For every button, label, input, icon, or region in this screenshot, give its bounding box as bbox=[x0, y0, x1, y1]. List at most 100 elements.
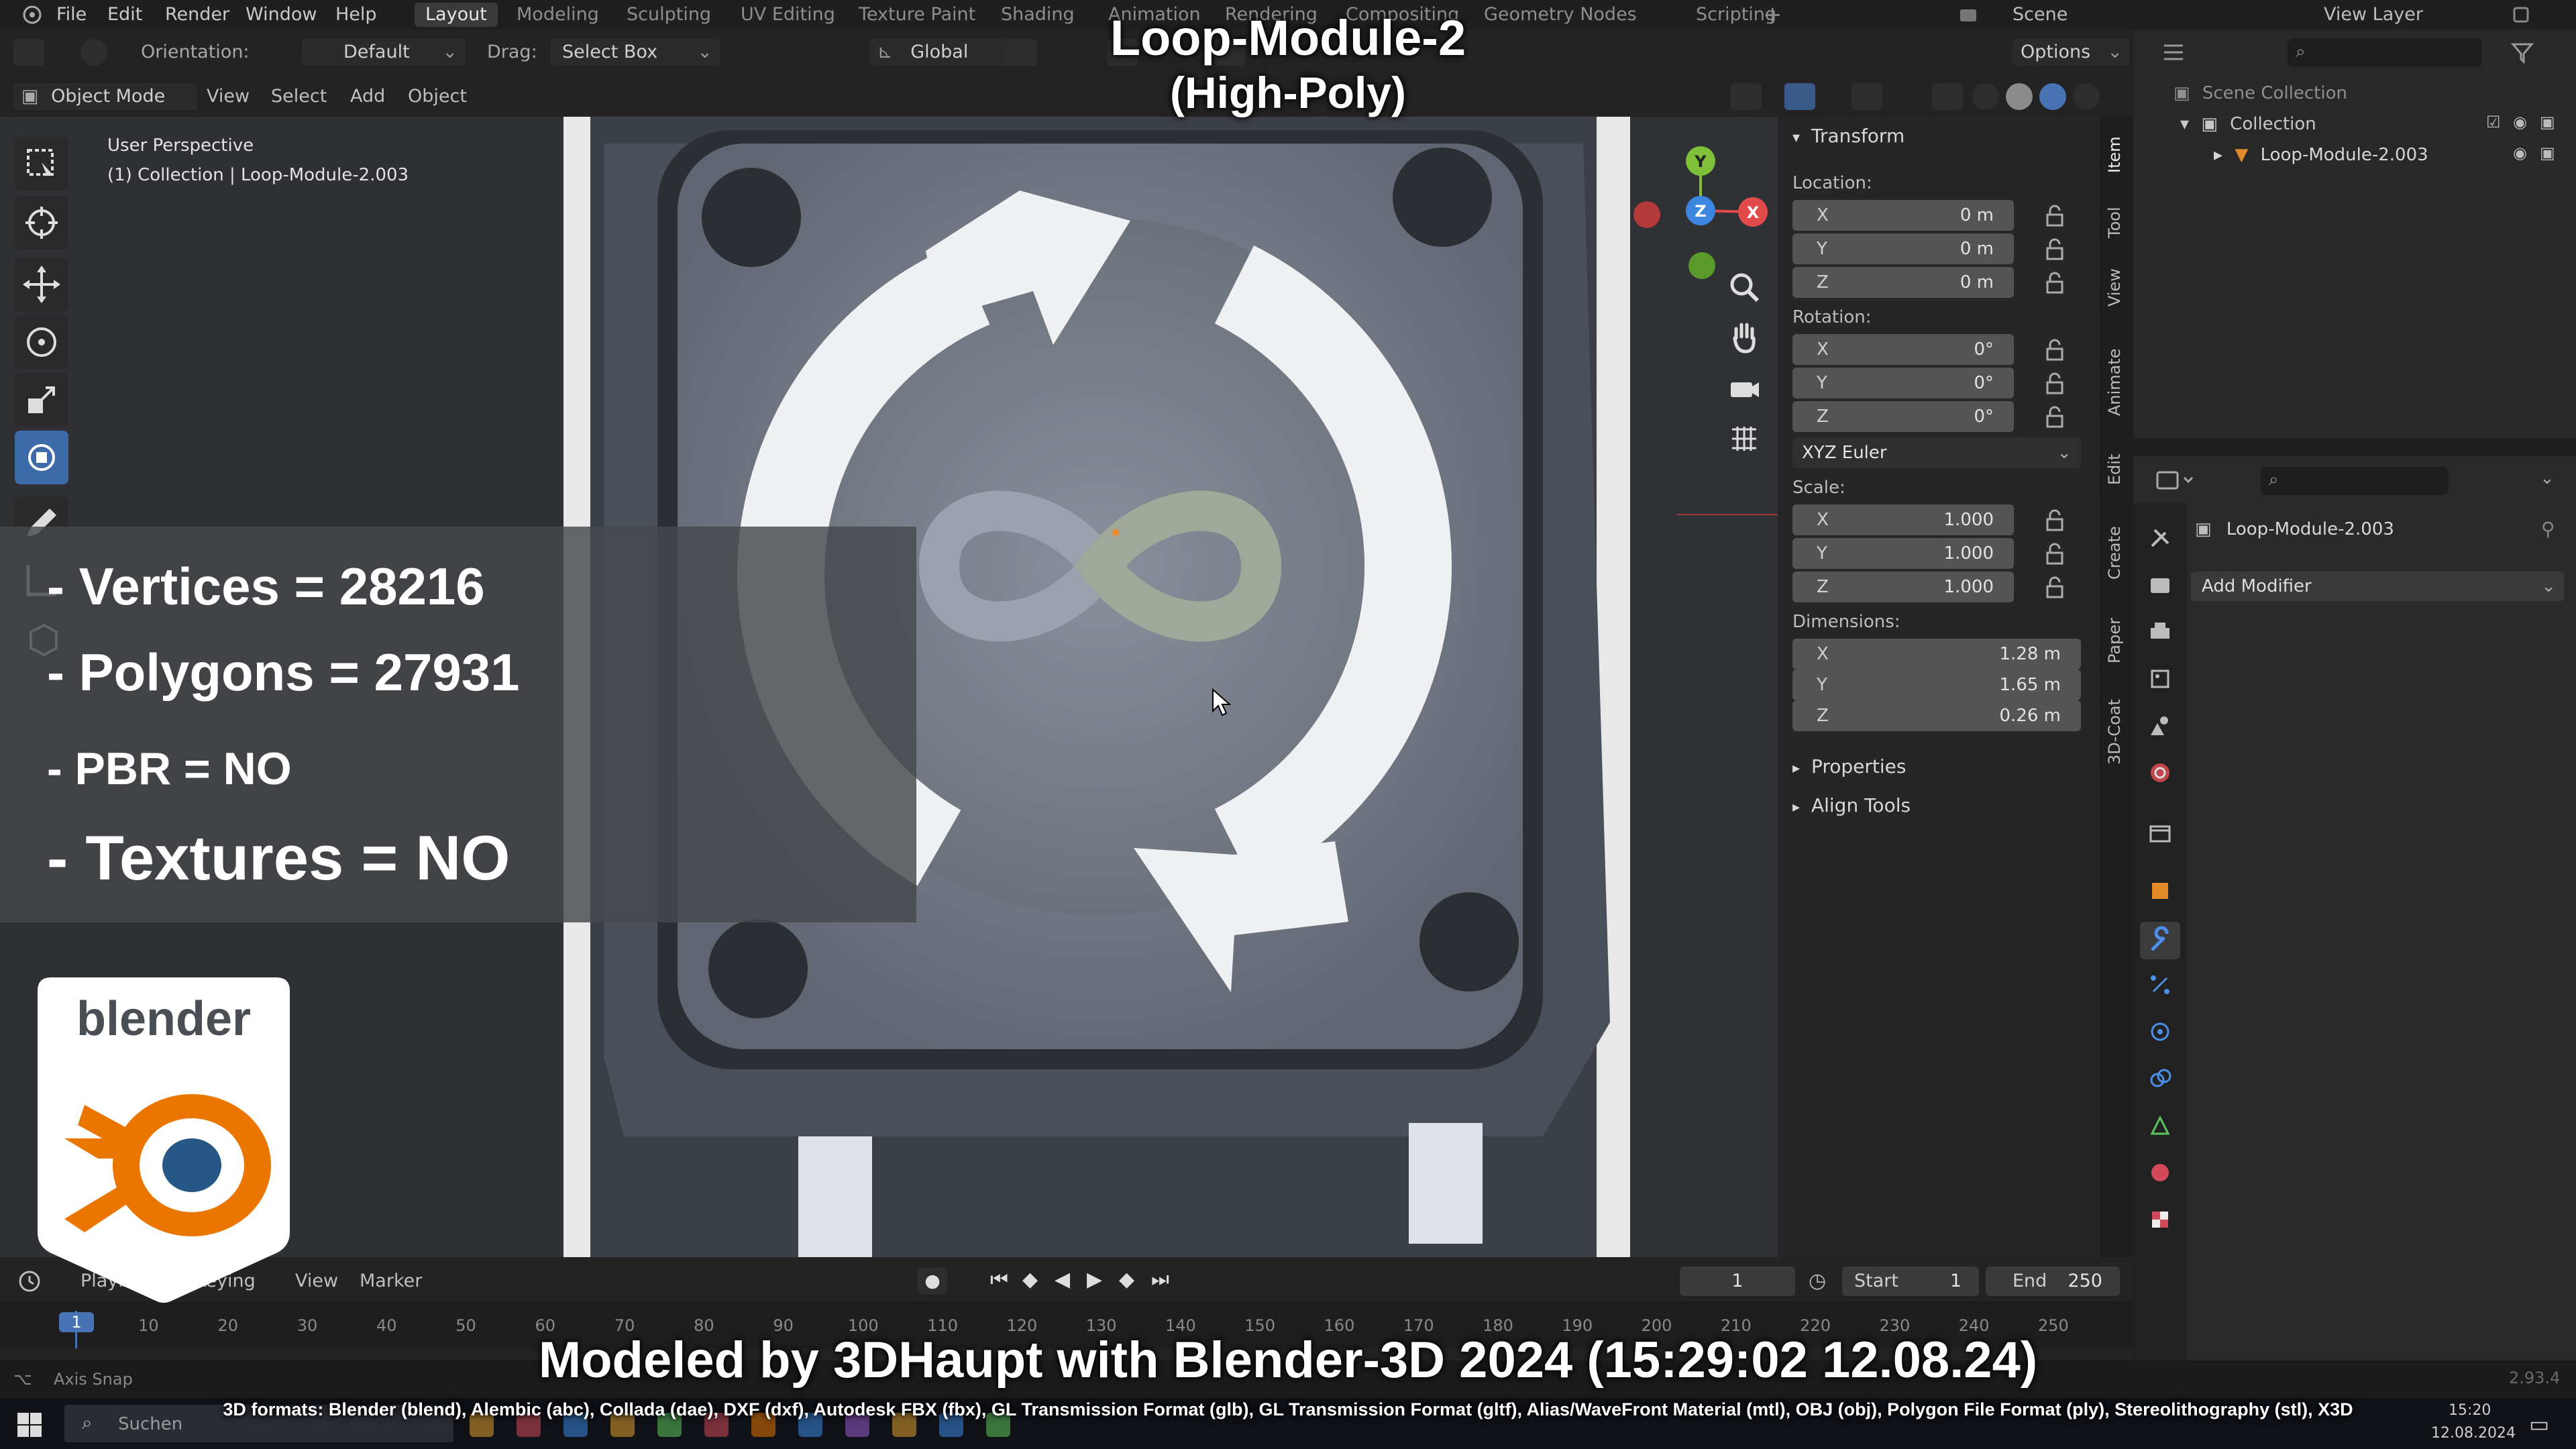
menu-render[interactable]: Render bbox=[165, 3, 229, 27]
lock-icon[interactable] bbox=[2043, 405, 2066, 429]
visibility-icon[interactable] bbox=[1731, 83, 1762, 110]
pan-button[interactable] bbox=[1723, 315, 1766, 358]
tab-item[interactable]: Item bbox=[2105, 131, 2128, 178]
texture-properties-tab[interactable] bbox=[2145, 1205, 2175, 1234]
overlays-toggle-icon[interactable] bbox=[1851, 83, 1882, 110]
view-layer-properties-tab[interactable] bbox=[2145, 664, 2175, 694]
tool-icon[interactable] bbox=[13, 39, 44, 66]
dimension-y-field[interactable]: Y 1.65 m bbox=[1792, 669, 2081, 700]
tab-animate[interactable]: Animate bbox=[2105, 342, 2128, 423]
jump-start-icon[interactable]: ⏮ bbox=[990, 1268, 1008, 1291]
pin-icon[interactable]: ⚲ bbox=[2541, 518, 2555, 540]
outliner-object-row[interactable]: ▸ ▼ Loop-Module-2.003 bbox=[2214, 145, 2428, 165]
lock-icon[interactable] bbox=[2043, 204, 2066, 228]
end-frame-field[interactable]: End 250 bbox=[1986, 1267, 2120, 1296]
rotation-mode-dropdown[interactable]: XYZ Euler ⌄ bbox=[1792, 437, 2081, 468]
object-properties-tab[interactable] bbox=[2145, 876, 2175, 906]
tab-edit[interactable]: Edit bbox=[2105, 449, 2128, 490]
tab-3d-coat[interactable]: 3D-Coat bbox=[2105, 695, 2128, 769]
cursor-tool[interactable] bbox=[15, 196, 68, 250]
scale-tool[interactable] bbox=[15, 373, 68, 427]
view-layer-copy-icon[interactable] bbox=[2509, 3, 2536, 27]
timeline-menu-view[interactable]: View bbox=[295, 1271, 338, 1291]
constraints-properties-tab[interactable] bbox=[2145, 1064, 2175, 1093]
viewport-menu-view[interactable]: View bbox=[207, 83, 250, 110]
properties-panel-header[interactable]: ▸ Properties bbox=[1792, 755, 1906, 777]
dimension-x-field[interactable]: X 1.28 m bbox=[1792, 639, 2081, 669]
select-box-tool[interactable] bbox=[15, 137, 68, 191]
menu-window[interactable]: Window bbox=[246, 3, 317, 27]
scale-x-field[interactable]: X 1.000 bbox=[1792, 504, 2014, 535]
checkbox-icon[interactable]: ☑ bbox=[2486, 113, 2501, 131]
dimension-z-field[interactable]: Z 0.26 m bbox=[1792, 700, 2081, 731]
lock-icon[interactable] bbox=[2043, 576, 2066, 600]
shading-solid-icon[interactable] bbox=[2006, 83, 2033, 110]
mode-dropdown[interactable]: ▣ Object Mode bbox=[13, 83, 197, 110]
chevron-down-icon[interactable]: ⌄ bbox=[2540, 468, 2555, 488]
transform-tool[interactable] bbox=[15, 431, 68, 484]
align-tools-panel-header[interactable]: ▸ Align Tools bbox=[1792, 794, 1911, 816]
outliner-scene-collection[interactable]: ▣ Scene Collection bbox=[2174, 83, 2347, 103]
location-y-field[interactable]: Y 0 m bbox=[1792, 233, 2014, 264]
location-z-field[interactable]: Z 0 m bbox=[1792, 267, 2014, 298]
tab-paper[interactable]: Paper bbox=[2105, 610, 2128, 671]
jump-end-icon[interactable]: ⏭ bbox=[1151, 1268, 1169, 1291]
tool-properties-tab[interactable] bbox=[2145, 523, 2175, 553]
render-properties-tab[interactable] bbox=[2145, 570, 2175, 600]
lock-icon[interactable] bbox=[2043, 237, 2066, 262]
eye-icon[interactable]: ◉ bbox=[2513, 144, 2527, 162]
camera-icon[interactable]: ▣ bbox=[2540, 113, 2555, 131]
shading-rendered-icon[interactable] bbox=[2073, 83, 2100, 110]
rotation-x-field[interactable]: X 0° bbox=[1792, 334, 2014, 365]
menu-file[interactable]: File bbox=[56, 3, 87, 27]
tab-tool[interactable]: Tool bbox=[2105, 203, 2128, 243]
next-keyframe-icon[interactable]: ◆ bbox=[1119, 1268, 1134, 1291]
clock-icon[interactable]: ◷ bbox=[1809, 1269, 1826, 1293]
menu-edit[interactable]: Edit bbox=[107, 3, 142, 27]
transform-pivot-icon[interactable] bbox=[80, 39, 107, 66]
lock-icon[interactable] bbox=[2043, 271, 2066, 295]
lock-icon[interactable] bbox=[2043, 372, 2066, 396]
scale-y-field[interactable]: Y 1.000 bbox=[1792, 538, 2014, 569]
camera-icon[interactable]: ▣ bbox=[2540, 144, 2555, 162]
world-properties-tab[interactable] bbox=[2145, 758, 2175, 788]
eye-icon[interactable]: ◉ bbox=[2513, 113, 2527, 131]
scale-z-field[interactable]: Z 1.000 bbox=[1792, 572, 2014, 602]
editor-type-icon[interactable] bbox=[20, 3, 47, 27]
properties-search-input[interactable]: ⌕ bbox=[2261, 467, 2449, 495]
data-properties-tab[interactable] bbox=[2145, 1111, 2175, 1140]
shading-wireframe-icon[interactable] bbox=[1972, 83, 1999, 110]
add-workspace-plus-icon[interactable]: + bbox=[1763, 3, 1782, 27]
rotate-tool[interactable] bbox=[15, 315, 68, 369]
view-layer-name[interactable]: View Layer bbox=[2324, 3, 2423, 27]
outliner-collection-row[interactable]: ▾ ▣ Collection bbox=[2180, 114, 2316, 134]
menu-help[interactable]: Help bbox=[335, 3, 377, 27]
output-properties-tab[interactable] bbox=[2145, 617, 2175, 647]
scene-name[interactable]: Scene bbox=[2012, 3, 2068, 27]
viewport-menu-object[interactable]: Object bbox=[408, 83, 467, 110]
rotation-y-field[interactable]: Y 0° bbox=[1792, 368, 2014, 398]
filter-icon[interactable] bbox=[2509, 39, 2536, 66]
collection-properties-tab[interactable] bbox=[2145, 818, 2175, 848]
options-dropdown[interactable]: Options ⌄ bbox=[2012, 39, 2129, 66]
workspace-tab-sculpting[interactable]: Sculpting bbox=[616, 3, 722, 27]
current-frame-field[interactable]: 1 bbox=[1680, 1267, 1795, 1296]
physics-properties-tab[interactable] bbox=[2145, 1017, 2175, 1046]
workspace-tab-modeling[interactable]: Modeling bbox=[506, 3, 610, 27]
location-x-field[interactable]: X 0 m bbox=[1792, 200, 2014, 231]
add-modifier-dropdown[interactable]: Add Modifier ⌄ bbox=[2191, 572, 2564, 601]
start-frame-field[interactable]: Start 1 bbox=[1842, 1267, 1979, 1296]
scene-properties-tab[interactable] bbox=[2145, 711, 2175, 741]
outliner-search-input[interactable]: ⌕ bbox=[2288, 39, 2482, 67]
zoom-button[interactable] bbox=[1723, 266, 1766, 309]
lock-icon[interactable] bbox=[2043, 338, 2066, 362]
record-button[interactable]: ● bbox=[918, 1268, 947, 1295]
lock-icon[interactable] bbox=[2043, 542, 2066, 566]
drag-dropdown[interactable]: Select Box ⌄ bbox=[550, 39, 720, 66]
shading-material-icon[interactable] bbox=[2039, 83, 2066, 110]
workspace-tab-layout[interactable]: Layout bbox=[415, 3, 498, 27]
prev-keyframe-icon[interactable]: ◆ bbox=[1022, 1268, 1038, 1291]
viewport-menu-select[interactable]: Select bbox=[271, 83, 327, 110]
ortho-toggle-button[interactable] bbox=[1723, 417, 1766, 460]
camera-view-button[interactable] bbox=[1723, 366, 1766, 409]
